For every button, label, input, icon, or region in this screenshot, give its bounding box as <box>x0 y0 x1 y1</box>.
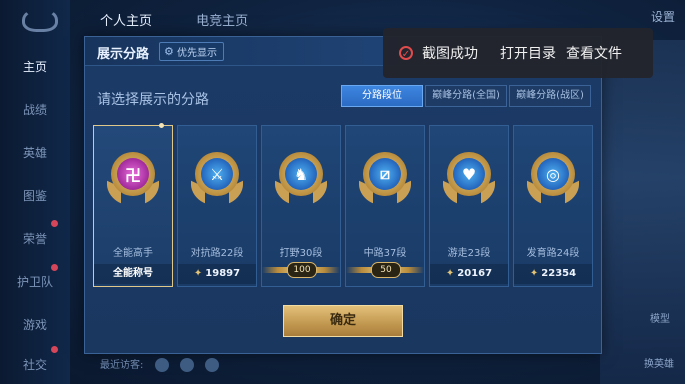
priority-display-button[interactable]: ⚙ 优先显示 <box>159 42 224 61</box>
tab-personal-home[interactable]: 个人主页 <box>100 14 152 29</box>
selected-marker <box>159 123 164 128</box>
toast-message: 截图成功 <box>422 46 478 62</box>
notification-dot <box>51 264 58 271</box>
panel-subtitle: 请选择展示的分路 <box>97 92 209 108</box>
card-score: ✦ 22354 <box>514 264 592 284</box>
visitor-avatar[interactable] <box>204 358 219 372</box>
jungle-badge-icon: ♞ <box>275 150 327 206</box>
card-score: ✦ 20167 <box>430 264 508 284</box>
tab-lane-rank[interactable]: 分路段位 <box>341 85 423 107</box>
sidebar-item-social[interactable]: 社交 <box>0 356 70 373</box>
top-nav: 个人主页 电竞主页 <box>100 10 288 29</box>
star-count: 100 <box>287 262 317 278</box>
card-label: 中路37段 <box>363 248 407 259</box>
card-label: 游走23段 <box>447 248 491 259</box>
sidebar-item-guard[interactable]: 护卫队 <box>0 273 70 290</box>
recent-visitors-label: 最近访客: <box>100 360 144 371</box>
gear-icon: ⚙ <box>164 44 174 58</box>
sidebar-item-home[interactable]: 主页 <box>0 58 70 75</box>
lane-tabs: 分路段位 巅峰分路(全国) 巅峰分路(战区) <box>339 85 591 107</box>
sidebar-item-heroes[interactable]: 英雄 <box>0 144 70 161</box>
score-icon: ✦ <box>529 268 539 279</box>
clash-lane-badge-icon: ⚔ <box>191 150 243 206</box>
star-ribbon: 50 <box>346 262 424 278</box>
card-score: ✦ 19897 <box>178 264 256 284</box>
card-label: 打野30段 <box>279 248 323 259</box>
sidebar-item-record[interactable]: 战绩 <box>0 101 70 118</box>
lane-card-farm[interactable]: ◎ 发育路24段 ✦ 22354 <box>513 125 593 287</box>
view-file-button[interactable]: 查看文件 <box>566 43 622 63</box>
sidebar-item-game[interactable]: 游戏 <box>0 316 70 333</box>
sidebar-item-honor[interactable]: 荣誉 <box>0 230 70 247</box>
background-hero-art <box>600 40 685 384</box>
star-count: 50 <box>371 262 401 278</box>
mid-lane-badge-icon: ⧄ <box>359 150 411 206</box>
open-directory-button[interactable]: 打开目录 <box>500 43 556 63</box>
panel-title: 展示分路 <box>97 47 150 62</box>
card-label: 全能高手 <box>113 248 153 259</box>
all-round-badge-icon: 卍 <box>107 150 159 206</box>
score-icon: ✦ <box>445 268 455 279</box>
sidebar-item-gallery[interactable]: 图鉴 <box>0 187 70 204</box>
change-hero-label[interactable]: 换英雄 <box>644 355 674 370</box>
notification-dot <box>51 346 58 353</box>
model-label[interactable]: 模型 <box>650 310 670 325</box>
priority-label: 优先显示 <box>177 48 217 59</box>
notification-dot <box>51 220 58 227</box>
card-label: 对抗路22段 <box>190 248 244 259</box>
farm-lane-badge-icon: ◎ <box>527 150 579 206</box>
lane-display-panel: 展示分路 ⚙ 优先显示 请选择展示的分路 分路段位 巅峰分路(全国) 巅峰分路(… <box>84 36 602 354</box>
tab-peak-region[interactable]: 巅峰分路(战区) <box>509 85 591 107</box>
lane-card-all-round[interactable]: 卍 全能高手 全能称号 <box>93 123 173 287</box>
check-circle-icon: ✓ <box>399 46 413 60</box>
visitor-avatar[interactable] <box>179 358 194 372</box>
star-ribbon: 100 <box>262 262 340 278</box>
lane-card-jungle[interactable]: ♞ 打野30段 100 <box>261 125 341 287</box>
screenshot-toast: ✓ 截图成功 打开目录 查看文件 <box>383 28 653 78</box>
sidebar: 主页 战绩 英雄 图鉴 荣誉 护卫队 游戏 社交 <box>0 0 70 384</box>
visitor-avatar[interactable] <box>154 358 169 372</box>
card-label: 发育路24段 <box>526 248 580 259</box>
logo-icon <box>22 8 58 32</box>
lane-card-clash[interactable]: ⚔ 对抗路22段 ✦ 19897 <box>177 125 257 287</box>
recent-visitors: 最近访客: <box>100 356 219 372</box>
lane-card-mid[interactable]: ⧄ 中路37段 50 <box>345 125 425 287</box>
confirm-button[interactable]: 确定 <box>283 305 403 337</box>
roam-badge-icon: ♥ <box>443 150 495 206</box>
tab-peak-national[interactable]: 巅峰分路(全国) <box>425 85 507 107</box>
lane-card-roam[interactable]: ♥ 游走23段 ✦ 20167 <box>429 125 509 287</box>
card-title-value: 全能称号 <box>94 264 172 284</box>
tab-esports-home[interactable]: 电竞主页 <box>196 14 248 29</box>
settings-link[interactable]: 设置 <box>651 8 675 25</box>
score-icon: ✦ <box>193 268 203 279</box>
